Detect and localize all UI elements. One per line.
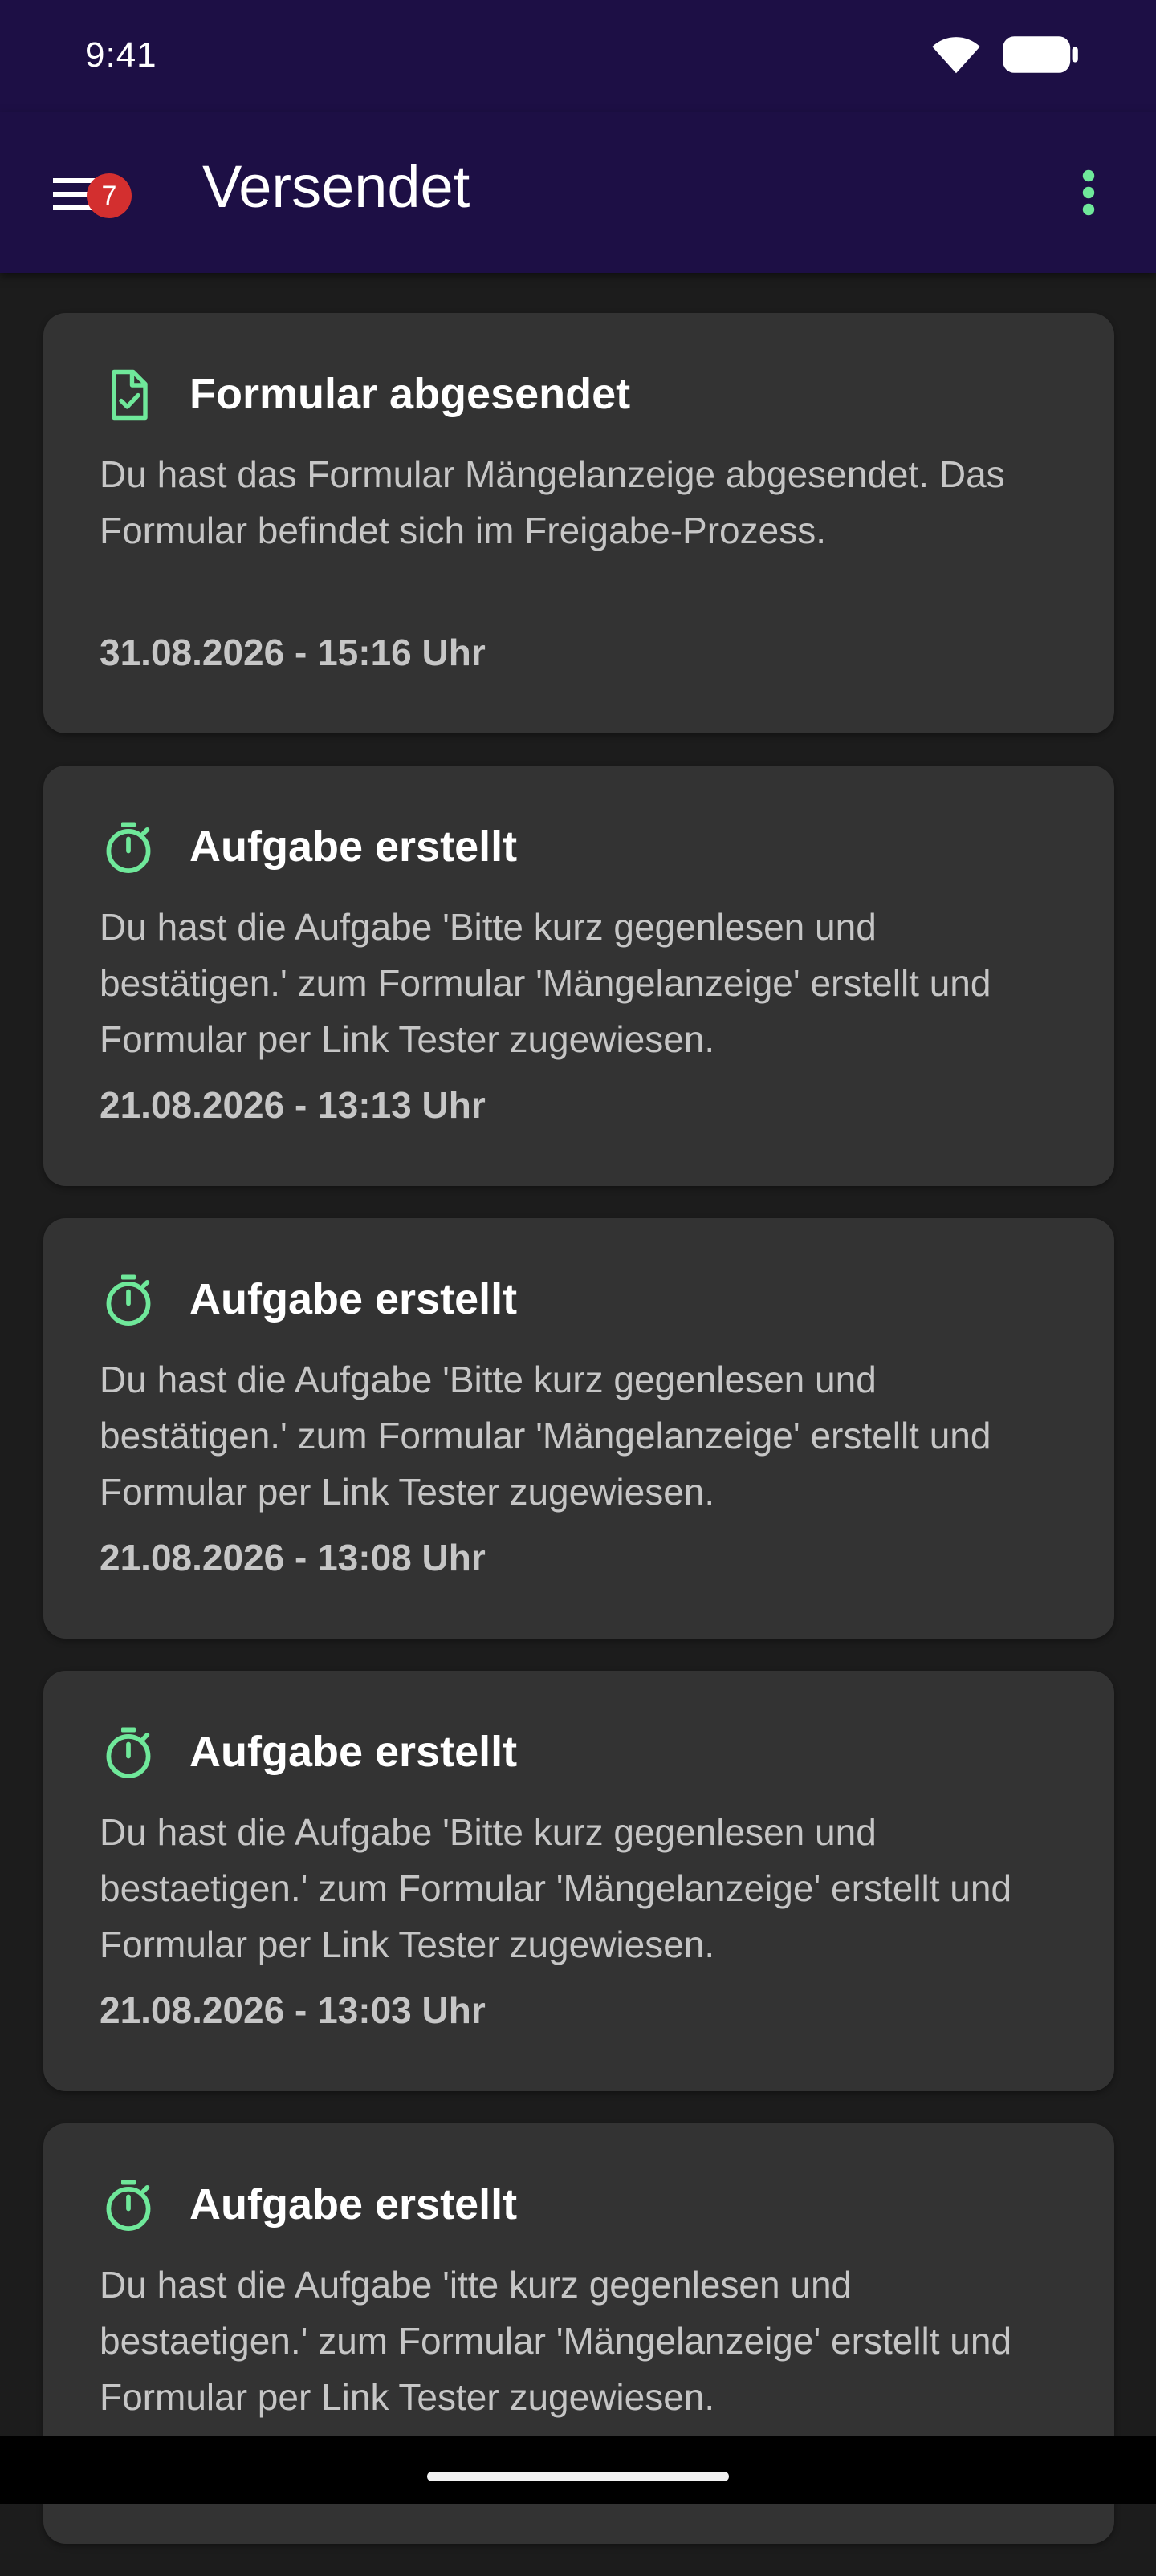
card-title: Aufgabe erstellt bbox=[189, 2180, 518, 2229]
card-title: Aufgabe erstellt bbox=[189, 823, 518, 871]
timer-icon bbox=[106, 1274, 151, 1326]
card-date: 21.08.2026 - 13:13 Uhr bbox=[100, 1084, 486, 1126]
home-gesture-handle[interactable] bbox=[427, 2472, 729, 2481]
page-title: Versendet bbox=[202, 153, 470, 220]
card-title: Formular abgesendet bbox=[189, 370, 631, 418]
card-title: Aufgabe erstellt bbox=[189, 1728, 518, 1776]
status-bar: 9:41 bbox=[0, 0, 1156, 112]
system-navigation-bar bbox=[0, 2436, 1156, 2504]
activity-card[interactable]: Aufgabe erstellt Du hast die Aufgabe 'Bi… bbox=[43, 1218, 1114, 1639]
card-date: 31.08.2026 - 15:16 Uhr bbox=[100, 632, 486, 673]
activity-card[interactable]: Aufgabe erstellt Du hast die Aufgabe 'Bi… bbox=[43, 766, 1114, 1186]
activity-card[interactable]: Formular abgesendet Du hast das Formular… bbox=[43, 313, 1114, 733]
notification-badge: 7 bbox=[87, 173, 132, 218]
timer-icon bbox=[106, 822, 151, 873]
card-title: Aufgabe erstellt bbox=[189, 1275, 518, 1323]
activity-card[interactable]: Aufgabe erstellt Du hast die Aufgabe 'Bi… bbox=[43, 1671, 1114, 2091]
card-text: Du hast die Aufgabe 'Bitte kurz gegenles… bbox=[100, 1811, 1012, 1965]
card-text: Du hast die Aufgabe 'itte kurz gegenlese… bbox=[100, 2264, 1012, 2418]
card-text: Du hast das Formular Mängelanzeige abges… bbox=[100, 453, 1005, 551]
status-time: 9:41 bbox=[85, 35, 157, 75]
menu-button[interactable]: 7 bbox=[35, 144, 132, 234]
card-date: 21.08.2026 - 13:03 Uhr bbox=[100, 1989, 486, 2031]
activity-feed: Formular abgesendet Du hast das Formular… bbox=[43, 313, 1114, 2576]
app-bar: 7 Versendet bbox=[0, 112, 1156, 273]
timer-icon bbox=[106, 1727, 151, 1778]
card-text: Du hast die Aufgabe 'Bitte kurz gegenles… bbox=[100, 1359, 991, 1513]
more-options-button[interactable] bbox=[1056, 160, 1121, 225]
status-icons bbox=[931, 35, 1079, 74]
timer-icon bbox=[106, 2180, 151, 2231]
more-vert-icon bbox=[1082, 169, 1095, 216]
wifi-icon bbox=[932, 37, 980, 74]
card-date: 21.08.2026 - 13:08 Uhr bbox=[100, 1537, 486, 1579]
document-check-icon bbox=[112, 369, 148, 421]
card-text: Du hast die Aufgabe 'Bitte kurz gegenles… bbox=[100, 906, 991, 1060]
battery-icon bbox=[1003, 36, 1078, 73]
